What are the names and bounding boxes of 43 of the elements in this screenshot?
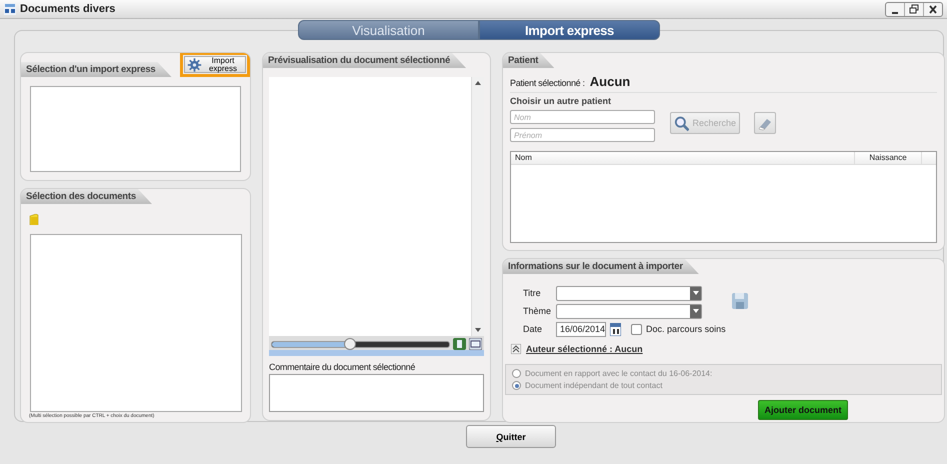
section-title: Informations sur le document à importer <box>503 259 699 274</box>
down-arrow-icon[interactable] <box>475 328 481 333</box>
window-title: Documents divers <box>20 3 116 15</box>
section-title: Sélection d'un import express <box>21 62 172 77</box>
radio-label: Document en rapport avec le contact du 16-06-2014: <box>525 369 712 378</box>
app-icon <box>4 3 16 15</box>
author-link[interactable]: Auteur sélectionné : Aucun <box>526 344 643 354</box>
subsection-title: Choisir un autre patient <box>510 96 612 106</box>
calendar-icon[interactable] <box>610 322 622 336</box>
section-title: Sélection des documents <box>21 189 152 204</box>
checkbox[interactable] <box>631 324 642 334</box>
search-icon <box>674 114 690 132</box>
quit-button[interactable]: Quitter <box>466 425 556 448</box>
patient-table[interactable]: Nom Naissance <box>510 151 937 243</box>
zoom-slider[interactable] <box>271 341 450 348</box>
section-title: Patient <box>503 53 554 68</box>
dropdown[interactable] <box>556 286 702 300</box>
field-label: Thème <box>523 306 552 316</box>
gear-icon <box>187 58 202 72</box>
dropdown-arrow-icon <box>692 291 698 295</box>
column-header[interactable]: Naissance <box>855 152 922 164</box>
checkbox-label: Doc. parcours soins <box>646 324 726 334</box>
patient-value: Aucun <box>590 74 630 89</box>
name-field[interactable]: Nom <box>510 110 655 124</box>
radio-label: Document indépendant de tout contact <box>525 381 662 390</box>
page-icon[interactable] <box>453 338 466 350</box>
tab[interactable]: Import express <box>479 20 660 40</box>
field-label: Date <box>523 324 544 334</box>
add-document-button[interactable]: Ajouter document <box>758 400 848 420</box>
date-field[interactable]: 16/06/2014 <box>556 322 606 336</box>
dropdown-arrow-icon <box>692 309 698 313</box>
column-header[interactable]: Nom <box>511 152 855 164</box>
comment-label: Commentaire du document sélectionné <box>269 362 416 374</box>
field-label: Titre <box>523 288 542 298</box>
section-title: Prévisualisation du document sélectionné <box>263 53 466 68</box>
dropdown[interactable] <box>556 304 702 318</box>
collapse-icon[interactable] <box>511 344 521 354</box>
up-arrow-icon[interactable] <box>475 80 481 85</box>
import-express-button[interactable]: Import express <box>184 56 246 73</box>
first-name-field[interactable]: Prénom <box>510 128 655 142</box>
window-icon[interactable] <box>469 338 482 350</box>
comment-field[interactable] <box>269 374 484 412</box>
patient-label: Patient sélectionné : <box>510 78 585 88</box>
